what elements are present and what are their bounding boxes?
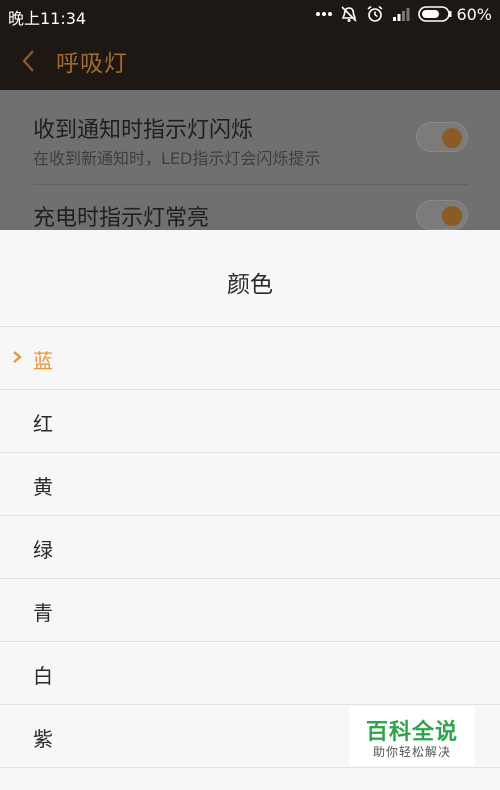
sheet-title: 颜色 (227, 272, 273, 298)
option-label: 白 (33, 664, 53, 688)
color-option-blue[interactable]: 蓝 (0, 327, 500, 390)
page-title: 呼吸灯 (56, 51, 128, 77)
chevron-left-icon[interactable] (18, 48, 40, 74)
watermark-subtitle: 助你轻松解决 (372, 745, 451, 759)
color-option-green[interactable]: 绿 (0, 516, 500, 579)
setting-title: 收到通知时指示灯闪烁 (33, 118, 254, 143)
notification-blink-toggle[interactable] (416, 122, 468, 152)
alarm-off-icon (340, 4, 358, 24)
color-option-white[interactable]: 白 (0, 642, 500, 705)
battery-percent: 60% (456, 4, 492, 24)
option-label: 青 (33, 601, 53, 625)
setting-subtitle: 在收到新通知时，LED指示灯会闪烁提示 (33, 149, 321, 168)
toggle-knob (442, 206, 462, 226)
setting-title: 充电时指示灯常亮 (33, 206, 210, 230)
option-label: 蓝 (33, 349, 53, 373)
watermark-logo: 百科全说 助你轻松解决 (349, 706, 475, 766)
option-label: 紫 (33, 727, 53, 751)
setting-charging-light[interactable]: 充电时指示灯常亮 (0, 185, 500, 230)
charging-light-toggle[interactable] (416, 200, 468, 230)
status-bar: 晚上11:34 60% (0, 0, 500, 30)
toggle-knob (442, 128, 462, 148)
signal-icon (392, 4, 410, 24)
watermark-title: 百科全说 (365, 720, 458, 745)
status-icons: 60% (308, 4, 492, 24)
battery-icon (418, 4, 452, 24)
option-label: 绿 (33, 538, 53, 562)
more-dots-icon (316, 4, 333, 24)
setting-notification-blink[interactable]: 收到通知时指示灯闪烁 在收到新通知时，LED指示灯会闪烁提示 (0, 90, 500, 185)
color-option-yellow[interactable]: 黄 (0, 453, 500, 516)
option-label: 红 (33, 412, 53, 436)
app-header: 呼吸灯 (0, 30, 500, 90)
option-label: 黄 (33, 475, 53, 499)
alarm-clock-icon (366, 4, 384, 24)
status-time: 晚上11:34 (8, 9, 87, 28)
screen: 晚上11:34 60% 呼吸灯 收到通知时指示灯闪烁 在收到新通知时，LED指示… (0, 0, 500, 790)
chevron-right-icon (11, 349, 23, 365)
color-option-cyan[interactable]: 青 (0, 579, 500, 642)
color-option-red[interactable]: 红 (0, 390, 500, 453)
settings-list: 收到通知时指示灯闪烁 在收到新通知时，LED指示灯会闪烁提示 充电时指示灯常亮 (0, 90, 500, 230)
